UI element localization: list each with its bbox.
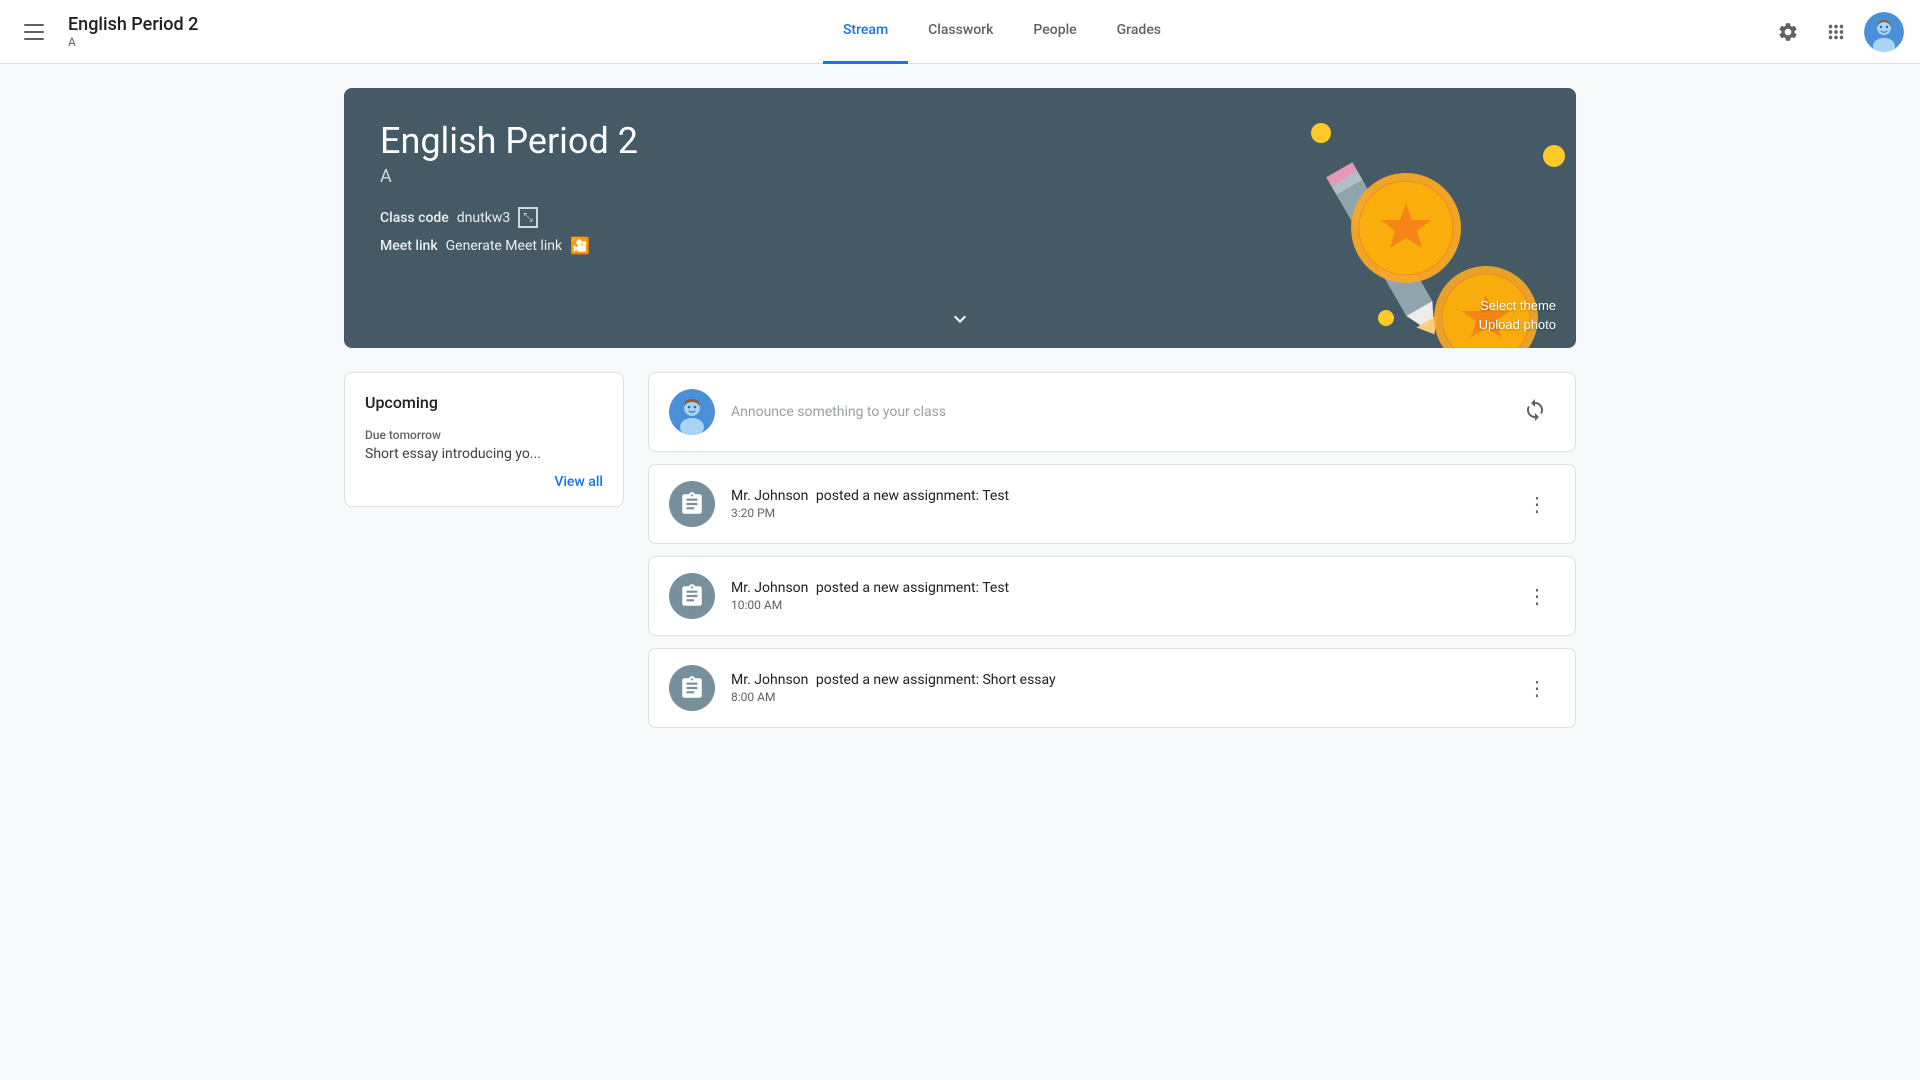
nav-grades[interactable]: Grades xyxy=(1097,0,1181,64)
generate-meet-link[interactable]: Generate Meet link xyxy=(446,238,562,254)
header-class-title: English Period 2 xyxy=(68,14,198,36)
hero-class-title: English Period 2 xyxy=(380,120,1540,162)
chevron-down-icon xyxy=(948,307,972,331)
gear-icon xyxy=(1777,21,1799,43)
stream-feed: Announce something to your class xyxy=(648,372,1576,728)
user-avatar[interactable] xyxy=(1864,12,1904,52)
post-assignment-icon-3 xyxy=(669,665,715,711)
hamburger-menu[interactable] xyxy=(16,16,52,48)
post-menu-1[interactable]: ⋮ xyxy=(1519,486,1555,522)
theme-actions: Select theme Upload photo xyxy=(1479,298,1556,332)
post-menu-3[interactable]: ⋮ xyxy=(1519,670,1555,706)
hero-banner: English Period 2 A Class code dnutkw3 ⤡ … xyxy=(344,88,1576,348)
app-header: English Period 2 A Stream Classwork Peop… xyxy=(0,0,1920,64)
upcoming-card: Upcoming Due tomorrow Short essay introd… xyxy=(344,372,624,507)
post-menu-2[interactable]: ⋮ xyxy=(1519,578,1555,614)
post-action-2: posted a new assignment: Test xyxy=(816,580,1009,596)
repost-icon xyxy=(1523,398,1547,422)
post-card-2: Mr. Johnson posted a new assignment: Tes… xyxy=(648,556,1576,636)
announce-placeholder[interactable]: Announce something to your class xyxy=(731,404,1499,420)
post-author-3: Mr. Johnson xyxy=(731,672,808,688)
class-code-value: dnutkw3 xyxy=(457,210,510,226)
class-code-label: Class code xyxy=(380,210,449,226)
post-title-2: Mr. Johnson posted a new assignment: Tes… xyxy=(731,580,1503,596)
settings-button[interactable] xyxy=(1768,12,1808,52)
post-action-1: posted a new assignment: Test xyxy=(816,488,1009,504)
apps-icon xyxy=(1825,21,1847,43)
header-class-subtitle: A xyxy=(68,35,198,49)
upcoming-title: Upcoming xyxy=(365,393,603,412)
video-camera-icon: 🎦 xyxy=(570,236,590,255)
announce-card: Announce something to your class xyxy=(648,372,1576,452)
due-label: Due tomorrow xyxy=(365,428,603,442)
post-action-3: posted a new assignment: Short essay xyxy=(816,672,1056,688)
sidebar: Upcoming Due tomorrow Short essay introd… xyxy=(344,372,624,728)
post-info-1: Mr. Johnson posted a new assignment: Tes… xyxy=(731,488,1503,520)
view-all-link[interactable]: View all xyxy=(365,474,603,490)
assignment-icon xyxy=(679,491,705,517)
meet-link-label: Meet link xyxy=(380,238,438,254)
post-title-3: Mr. Johnson posted a new assignment: Sho… xyxy=(731,672,1503,688)
user-avatar-announce xyxy=(669,389,715,435)
post-time-3: 8:00 AM xyxy=(731,690,1503,704)
expand-banner-btn[interactable] xyxy=(948,307,972,336)
post-assignment-icon-1 xyxy=(669,481,715,527)
select-theme-button[interactable]: Select theme xyxy=(1480,298,1556,313)
post-assignment-icon-2 xyxy=(669,573,715,619)
hero-class-subtitle: A xyxy=(380,166,1540,187)
post-time-1: 3:20 PM xyxy=(731,506,1503,520)
header-left: English Period 2 A xyxy=(16,14,236,50)
post-title-1: Mr. Johnson posted a new assignment: Tes… xyxy=(731,488,1503,504)
nav-stream[interactable]: Stream xyxy=(823,0,908,64)
post-info-2: Mr. Johnson posted a new assignment: Tes… xyxy=(731,580,1503,612)
expand-code-icon[interactable]: ⤡ xyxy=(518,207,538,228)
nav-people[interactable]: People xyxy=(1013,0,1096,64)
assignment-icon-3 xyxy=(679,675,705,701)
main-nav: Stream Classwork People Grades xyxy=(236,0,1768,64)
post-card-3: Mr. Johnson posted a new assignment: Sho… xyxy=(648,648,1576,728)
hero-meta: Class code dnutkw3 ⤡ Meet link Generate … xyxy=(380,207,1540,255)
meet-link-row: Meet link Generate Meet link 🎦 xyxy=(380,236,1540,255)
content-area: Upcoming Due tomorrow Short essay introd… xyxy=(344,372,1576,728)
header-title-group: English Period 2 A xyxy=(68,14,198,50)
announce-action-icon[interactable] xyxy=(1515,390,1555,434)
header-right xyxy=(1768,12,1904,52)
nav-classwork[interactable]: Classwork xyxy=(908,0,1013,64)
class-code-row: Class code dnutkw3 ⤡ xyxy=(380,207,1540,228)
post-info-3: Mr. Johnson posted a new assignment: Sho… xyxy=(731,672,1503,704)
assignment-icon-2 xyxy=(679,583,705,609)
main-content: English Period 2 A Class code dnutkw3 ⤡ … xyxy=(320,64,1600,752)
upload-photo-button[interactable]: Upload photo xyxy=(1479,317,1556,332)
due-item: Short essay introducing yo... xyxy=(365,446,603,462)
post-author-2: Mr. Johnson xyxy=(731,580,808,596)
post-author-1: Mr. Johnson xyxy=(731,488,808,504)
post-time-2: 10:00 AM xyxy=(731,598,1503,612)
apps-button[interactable] xyxy=(1816,12,1856,52)
post-card-1: Mr. Johnson posted a new assignment: Tes… xyxy=(648,464,1576,544)
